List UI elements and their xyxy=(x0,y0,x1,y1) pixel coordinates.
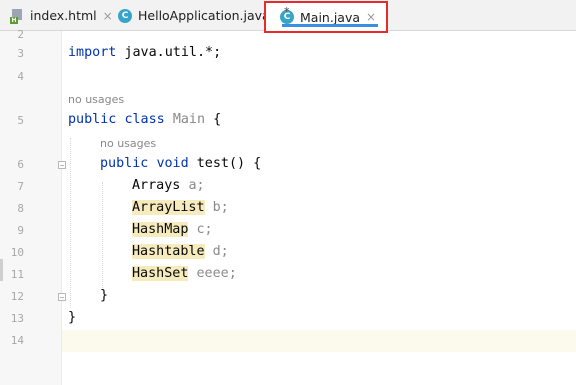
keyword: void xyxy=(156,156,189,171)
code-line-field[interactable]: ArrayList b; xyxy=(132,200,229,215)
close-icon[interactable]: × xyxy=(366,10,376,24)
line-number: 2 xyxy=(17,28,24,41)
code-line-import[interactable]: import java.util.*; xyxy=(68,45,221,60)
variable-name: eeee; xyxy=(196,266,237,281)
variable-name: d; xyxy=(212,244,229,259)
tab-label: Main.java xyxy=(300,9,361,25)
java-class-icon: C xyxy=(118,8,132,23)
usages-hint[interactable]: no usages xyxy=(100,137,156,150)
code-line-field[interactable]: Arrays a; xyxy=(132,178,205,193)
line-number: 3 xyxy=(17,47,24,60)
line-number: 10 xyxy=(10,246,24,259)
method-signature: test() { xyxy=(196,156,262,171)
variable-name: a; xyxy=(188,178,205,193)
line-number: 4 xyxy=(17,70,24,83)
tab-hello-application[interactable]: C HelloApplication.java × xyxy=(118,0,286,31)
code-line-method-decl[interactable]: public void test() { xyxy=(100,156,261,171)
import-path: java.util.*; xyxy=(124,45,222,60)
keyword: public xyxy=(100,156,149,171)
close-icon[interactable]: × xyxy=(103,9,113,23)
code-line-class-decl[interactable]: public class Main { xyxy=(68,112,221,127)
active-tab-indicator xyxy=(282,24,378,27)
line-number: 5 xyxy=(17,114,24,127)
line-number: 7 xyxy=(17,180,24,193)
brace: } xyxy=(68,310,77,325)
type-name: ArrayList xyxy=(132,200,205,215)
usages-hint[interactable]: no usages xyxy=(68,93,124,106)
variable-name: c; xyxy=(196,222,213,237)
type-name: Arrays xyxy=(132,178,181,193)
keyword: public xyxy=(68,112,117,127)
editor-tab-bar: H index.html × C HelloApplication.java ×… xyxy=(0,0,576,33)
line-number: 14 xyxy=(10,334,24,347)
indent-guide xyxy=(102,182,103,290)
code-line-method-close[interactable]: } xyxy=(100,288,108,303)
brace: } xyxy=(100,288,109,303)
type-name: Hashtable xyxy=(132,244,205,259)
line-number: 9 xyxy=(17,224,24,237)
code-line-field[interactable]: Hashtable d; xyxy=(132,244,229,259)
html-file-icon: H xyxy=(10,8,24,24)
fold-toggle-icon[interactable] xyxy=(58,161,66,169)
brace: { xyxy=(213,112,222,127)
code-line-class-close[interactable]: } xyxy=(68,310,76,325)
line-number: 6 xyxy=(17,158,24,171)
variable-name: b; xyxy=(212,200,229,215)
code-line-field[interactable]: HashMap c; xyxy=(132,222,213,237)
tab-label: index.html xyxy=(30,8,97,23)
line-number: 11 xyxy=(10,268,24,281)
keyword: class xyxy=(124,112,165,127)
tab-main-java[interactable]: * C Main.java × xyxy=(264,1,388,33)
type-name: HashSet xyxy=(132,266,189,281)
class-name: Main xyxy=(172,112,206,127)
line-number: 12 xyxy=(10,290,24,303)
fold-toggle-icon[interactable] xyxy=(58,293,66,301)
keyword: import xyxy=(68,45,117,60)
code-line-empty[interactable] xyxy=(68,332,568,352)
line-number: 8 xyxy=(17,202,24,215)
tab-index-html[interactable]: H index.html × xyxy=(10,0,113,31)
indent-guide xyxy=(70,138,71,308)
code-line-field[interactable]: HashSet eeee; xyxy=(132,266,237,281)
line-number: 13 xyxy=(10,312,24,325)
tab-label: HelloApplication.java xyxy=(138,8,270,23)
type-name: HashMap xyxy=(132,222,189,237)
modified-marker: * xyxy=(284,5,290,18)
